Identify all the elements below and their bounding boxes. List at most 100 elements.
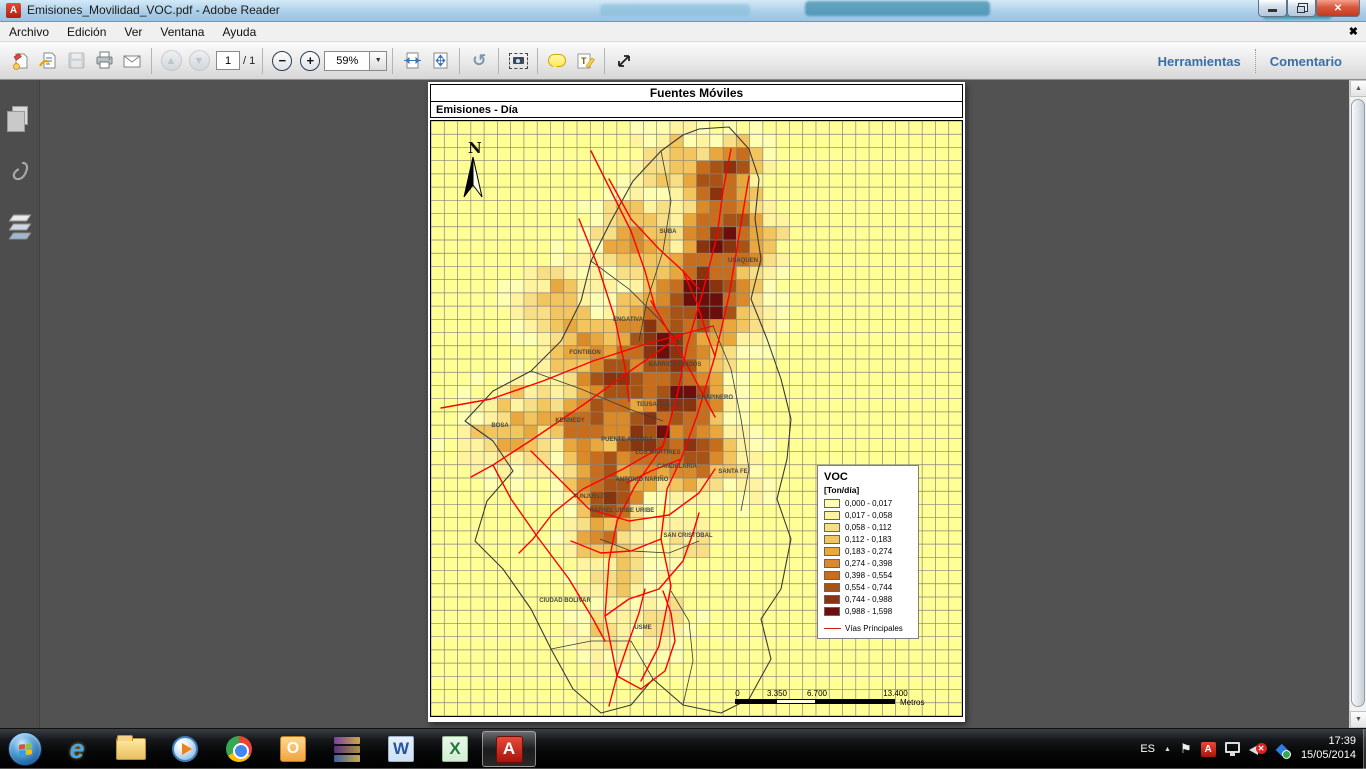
dropbox-icon[interactable]: ◆ [1276,739,1288,759]
menu-ventana[interactable]: Ventana [151,23,213,41]
next-page-button[interactable]: ▼ [185,47,213,75]
adobe-updater-icon[interactable]: A [1201,742,1216,757]
scale-tick: 3.350 [767,689,787,698]
attachments-icon[interactable] [0,150,40,192]
legend-swatch [824,583,840,592]
clock[interactable]: 17:39 15/05/2014 [1301,735,1356,763]
svg-text:KENNEDY: KENNEDY [555,418,584,424]
volume-muted-icon[interactable]: ✕ [1249,741,1267,757]
svg-text:LOS MARTIRES: LOS MARTIRES [635,450,680,456]
svg-text:N: N [468,139,482,157]
menu-edicion[interactable]: Edición [58,23,115,41]
close-button[interactable]: ✕ [1316,0,1360,17]
arrow-down-icon: ▼ [189,50,210,71]
fit-page-button[interactable] [426,47,454,75]
fullscreen-arrows-icon [614,51,634,71]
adobe-reader-app-icon: A [6,3,21,18]
legend-class: 0,000 - 0,017 [824,498,913,509]
legend-class: 0,398 - 0,554 [824,570,913,581]
start-button[interactable] [8,732,42,766]
legend-swatch [824,571,840,580]
tray-date: 15/05/2014 [1301,749,1356,763]
add-comment-button[interactable] [543,47,571,75]
minimize-button[interactable] [1258,0,1287,17]
taskbar-excel[interactable]: X [428,730,482,768]
legend-class-label: 0,112 - 0,183 [845,535,892,544]
legend-class: 0,183 - 0,274 [824,546,913,557]
legend-classes: 0,000 - 0,0170,017 - 0,0580,058 - 0,1120… [824,498,913,617]
print-button[interactable] [90,47,118,75]
zoom-out-button[interactable]: − [268,47,296,75]
arrow-up-icon: ▲ [161,50,182,71]
close-document-icon[interactable]: ✖ [1349,25,1358,38]
speech-bubble-icon [548,54,566,67]
scrollbar-thumb[interactable] [1351,99,1365,707]
fit-width-button[interactable] [398,47,426,75]
vertical-scrollbar[interactable]: ▲ ▼ [1349,80,1366,728]
legend-swatch [824,535,840,544]
svg-text:FONTIBON: FONTIBON [569,350,600,356]
language-indicator[interactable]: ES [1140,743,1155,755]
svg-text:BARRIOS UNIDOS: BARRIOS UNIDOS [649,362,702,368]
scale-bar-ticks: 03.3506.70013.400 [735,689,950,698]
save-button[interactable] [62,47,90,75]
herramientas-button[interactable]: Herramientas [1144,54,1255,69]
svg-text:USAQUEN: USAQUEN [728,258,758,264]
menu-archivo[interactable]: Archivo [0,23,58,41]
title-bar: A Emisiones_Movilidad_VOC.pdf - Adobe Re… [0,0,1366,22]
svg-text:PUENTE ARANDA: PUENTE ARANDA [601,437,653,443]
legend-roads-label: Vías Príncipales [845,624,903,633]
map-title: Fuentes Móviles [430,84,963,102]
taskbar-winrar[interactable] [320,730,374,768]
scroll-down-icon[interactable]: ▼ [1350,711,1366,728]
windows-flag-icon [19,743,32,755]
map-subtitle: Emisiones - Día [430,101,963,118]
redacted-blob [805,1,990,16]
menu-ver[interactable]: Ver [115,23,151,41]
page-thumbnails-icon[interactable] [0,94,40,136]
taskbar-word[interactable]: W [374,730,428,768]
taskbar-internet-explorer[interactable]: e [50,730,104,768]
zoom-level-value[interactable]: 59% [324,51,370,71]
highlight-text-button[interactable]: T [571,47,599,75]
taskbar-media-player[interactable] [158,730,212,768]
previous-view-button[interactable]: ↺ [465,47,493,75]
email-button[interactable] [118,47,146,75]
fullscreen-button[interactable] [610,47,638,75]
svg-text:T: T [581,56,587,66]
menu-ayuda[interactable]: Ayuda [213,23,265,41]
snapshot-button[interactable] [504,47,532,75]
save-as-button[interactable] [34,47,62,75]
show-hidden-icons-icon[interactable]: ▲ [1164,746,1171,753]
previous-page-button[interactable]: ▲ [157,47,185,75]
comentario-button[interactable]: Comentario [1256,54,1356,69]
legend-swatch [824,595,840,604]
svg-text:ANTONIO NARIÑO: ANTONIO NARIÑO [616,476,669,483]
media-player-icon [172,736,198,762]
zoom-in-button[interactable]: + [296,47,324,75]
legend-class-label: 0,398 - 0,554 [845,571,892,580]
legend-swatch [824,499,840,508]
restore-button[interactable] [1287,0,1316,17]
layers-icon[interactable] [0,206,40,248]
open-button[interactable] [6,47,34,75]
map-legend: VOC [Ton/día] 0,000 - 0,0170,017 - 0,058… [817,465,919,639]
svg-text:CIUDAD BOLIVAR: CIUDAD BOLIVAR [539,598,591,604]
action-center-flag-icon[interactable]: ⚑ [1180,741,1192,757]
taskbar-outlook[interactable]: O [266,730,320,768]
legend-class: 0,017 - 0,058 [824,510,913,521]
plus-icon: + [300,51,320,71]
network-icon[interactable] [1225,742,1240,753]
zoom-dropdown-button[interactable]: ▼ [370,51,387,71]
svg-text:BOSA: BOSA [491,423,509,429]
scroll-up-icon[interactable]: ▲ [1350,80,1366,97]
taskbar-adobe-reader[interactable]: A [482,731,536,767]
page-number-input[interactable] [216,51,240,70]
legend-class-label: 0,183 - 0,274 [845,547,892,556]
taskbar-windows-explorer[interactable] [104,730,158,768]
legend-swatch [824,511,840,520]
outlook-icon: O [280,736,306,762]
taskbar-chrome[interactable] [212,730,266,768]
svg-text:CHAPINERO: CHAPINERO [697,395,733,401]
legend-class: 0,554 - 0,744 [824,582,913,593]
